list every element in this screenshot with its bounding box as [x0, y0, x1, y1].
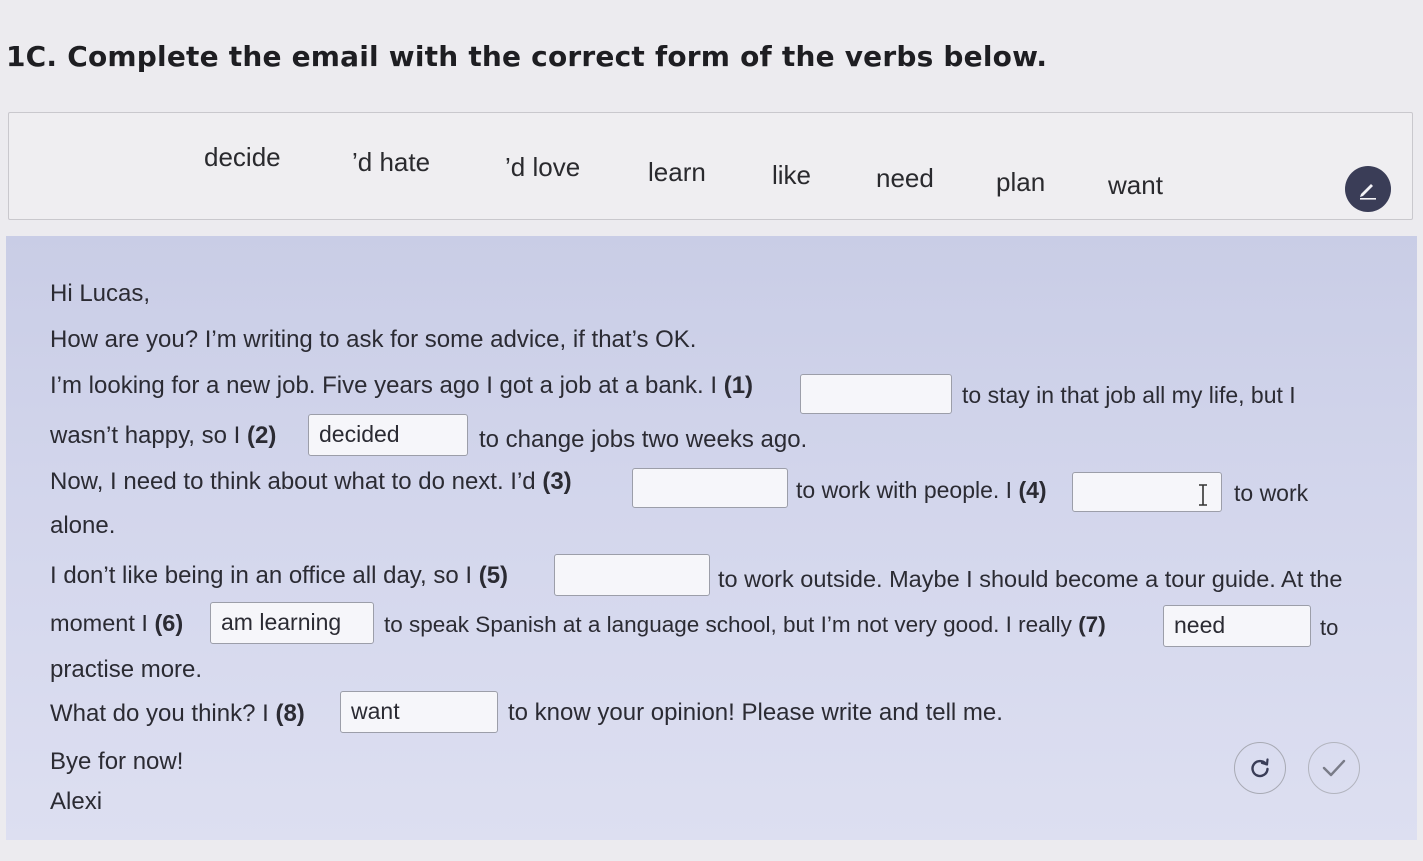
gap-number-7: (7) — [1078, 612, 1106, 637]
reset-icon — [1251, 758, 1269, 778]
email-line-4-mid: to work with people. I (4) — [796, 477, 1047, 503]
gap-number-4: (4) — [1018, 477, 1047, 503]
email-line-8: practise more. — [50, 656, 203, 683]
word-learn: learn — [648, 157, 706, 187]
email-line-5: alone. — [50, 512, 116, 539]
reset-button[interactable] — [1234, 742, 1286, 794]
check-button[interactable] — [1308, 742, 1360, 794]
email-line-3-end: to change jobs two weeks ago. — [479, 426, 808, 453]
email-line-4-start: Now, I need to think about what to do ne… — [50, 468, 572, 495]
pencil-icon — [1360, 184, 1376, 200]
email-signoff: Bye for now! — [50, 748, 184, 775]
word-plan: plan — [996, 167, 1046, 197]
email-line-2-end: to stay in that job all my life, but I — [962, 382, 1296, 408]
email-line-2-start: I’m looking for a new job. Five years ag… — [50, 372, 754, 399]
gap-input-6[interactable]: am learning — [210, 602, 374, 644]
gap-number-1: (1) — [723, 372, 754, 399]
gap-input-2[interactable]: decided — [308, 414, 468, 456]
check-icon — [1322, 759, 1346, 777]
email-line-7-mid: to speak Spanish at a language school, b… — [384, 612, 1106, 637]
edit-button[interactable] — [1345, 166, 1391, 212]
gap-number-3: (3) — [542, 468, 572, 495]
email-line-9-start: What do you think? I (8) — [50, 700, 305, 727]
word-d-hate: ’d hate — [352, 147, 431, 177]
email-line-4-end: to work — [1234, 480, 1309, 506]
email-signature: Alexi — [50, 788, 103, 815]
word-like: like — [772, 160, 812, 190]
text-cursor-icon — [1199, 484, 1207, 506]
exercise-title: 1C. Complete the email with the correct … — [6, 40, 1048, 73]
gap-input-7[interactable]: need — [1163, 605, 1311, 647]
email-line-6-end: to work outside. Maybe I should become a… — [718, 566, 1343, 592]
email-line-1: How are you? I’m writing to ask for some… — [50, 326, 697, 353]
gap-number-8: (8) — [275, 700, 305, 727]
gap-number-5: (5) — [478, 562, 509, 589]
email-line-3-start: wasn’t happy, so I (2) — [50, 422, 277, 449]
gap-input-8[interactable]: want — [340, 691, 498, 733]
word-need: need — [876, 163, 934, 193]
email-line-7-start: moment I (6) — [50, 610, 184, 636]
gap-input-1[interactable] — [800, 374, 952, 414]
word-d-love: ’d love — [505, 152, 581, 182]
word-want: want — [1108, 170, 1163, 200]
email-greeting: Hi Lucas, — [50, 280, 151, 307]
email-line-7-end: to — [1320, 615, 1339, 640]
email-line-6-start: I don’t like being in an office all day,… — [50, 562, 509, 589]
email-line-9-end: to know your opinion! Please write and t… — [508, 699, 1003, 726]
gap-input-5[interactable] — [554, 554, 710, 596]
gap-input-3[interactable] — [632, 468, 788, 508]
word-decide: decide — [204, 142, 281, 172]
gap-number-6: (6) — [154, 610, 184, 636]
gap-number-2: (2) — [247, 422, 277, 449]
